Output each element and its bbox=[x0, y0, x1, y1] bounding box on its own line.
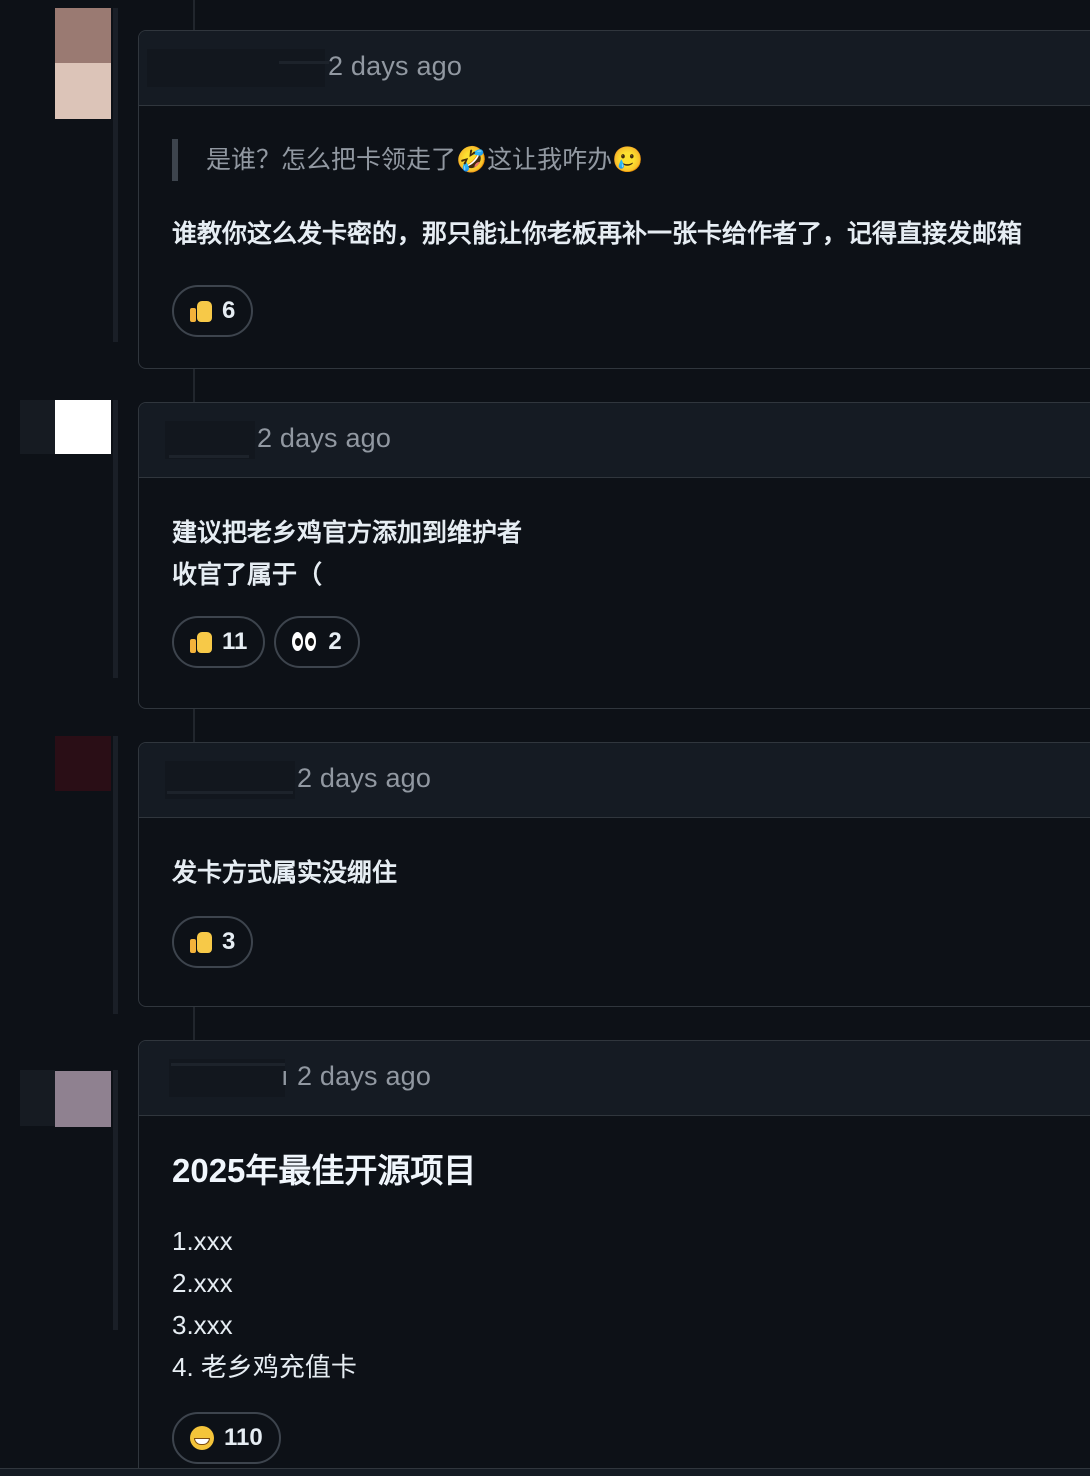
comment-body: 是谁？怎么把卡领走了🤣这让我咋办🥲 谁教你这么发卡密的，那只能让你老板再补一张卡… bbox=[139, 139, 1090, 337]
comment-body: 2025年最佳开源项目 1.xxx 2.xxx 3.xxx 4. 老乡鸡充值卡 … bbox=[139, 1116, 1090, 1464]
list-item: 4. 老乡鸡充值卡 bbox=[172, 1352, 357, 1382]
list-item: 2.xxx bbox=[172, 1268, 233, 1298]
comment-card: 2 days ago 建议把老乡鸡官方添加到维护者 收官了属于（ 11 2 bbox=[138, 402, 1090, 709]
timeline-rail bbox=[113, 1070, 118, 1330]
comment-timestamp[interactable]: 2 days ago bbox=[297, 763, 431, 794]
avatar-lower bbox=[55, 63, 111, 119]
avatar[interactable] bbox=[55, 1071, 111, 1127]
list-item: 3.xxx bbox=[172, 1310, 233, 1340]
avatar-shadow bbox=[20, 1070, 55, 1126]
grinning-face-icon bbox=[190, 1426, 214, 1450]
comment-text: 发卡方式属实没绷住 bbox=[172, 859, 398, 887]
reaction-thumbs-up[interactable]: 3 bbox=[172, 916, 254, 968]
reaction-thumbs-up[interactable]: 6 bbox=[172, 285, 254, 337]
comment-timestamp[interactable]: 2 days ago bbox=[328, 51, 462, 82]
comment-body: 建议把老乡鸡官方添加到维护者 收官了属于（ 11 2 bbox=[139, 478, 1090, 668]
author-underline bbox=[167, 791, 293, 794]
author-name-fragment: ı bbox=[281, 1061, 289, 1091]
bottom-edge bbox=[0, 1468, 1090, 1476]
comment-header: 2 days ago bbox=[139, 403, 1090, 478]
comment-card: ı 2 days ago 2025年最佳开源项目 1.xxx 2.xxx 3.x… bbox=[138, 1040, 1090, 1476]
reaction-grinning[interactable]: 110 bbox=[172, 1412, 281, 1464]
thumbs-up-icon bbox=[190, 930, 212, 954]
reaction-count: 11 bbox=[222, 628, 248, 655]
comment-card: 2 days ago 发卡方式属实没绷住 3 bbox=[138, 742, 1090, 1007]
timeline-rail bbox=[113, 736, 118, 1014]
thumbs-up-icon bbox=[190, 299, 212, 323]
comment-body: 发卡方式属实没绷住 3 bbox=[139, 818, 1090, 968]
comment-list: 1.xxx 2.xxx 3.xxx 4. 老乡鸡充值卡 bbox=[172, 1220, 1090, 1388]
comment-header: 2 days ago bbox=[139, 743, 1090, 818]
reaction-count: 110 bbox=[224, 1424, 263, 1451]
avatar[interactable] bbox=[55, 400, 111, 454]
avatar[interactable] bbox=[55, 8, 111, 63]
list-item: 1.xxx bbox=[172, 1226, 233, 1256]
author-underline bbox=[169, 455, 249, 458]
eyes-icon bbox=[292, 632, 318, 652]
thumbs-up-icon bbox=[190, 630, 212, 654]
avatar[interactable] bbox=[55, 736, 111, 791]
comment-text-line: 建议把老乡鸡官方添加到维护者 bbox=[172, 519, 523, 547]
comment-header: 2 days ago bbox=[139, 31, 1090, 106]
comment-timestamp[interactable]: 2 days ago bbox=[297, 1061, 431, 1092]
comment-header: ı 2 days ago bbox=[139, 1041, 1090, 1116]
comment-timestamp[interactable]: 2 days ago bbox=[257, 423, 391, 454]
timeline-rail bbox=[113, 400, 118, 678]
author-underline bbox=[279, 61, 329, 64]
author-name-redacted[interactable] bbox=[165, 421, 255, 459]
reactions-bar: 6 bbox=[172, 285, 1090, 337]
comment-heading: 2025年最佳开源项目 bbox=[172, 1152, 477, 1189]
reaction-eyes[interactable]: 2 bbox=[274, 616, 360, 668]
reactions-bar: 3 bbox=[172, 916, 1090, 968]
reaction-count: 3 bbox=[222, 928, 236, 955]
author-name-redacted[interactable] bbox=[147, 49, 325, 87]
blockquote: 是谁？怎么把卡领走了🤣这让我咋办🥲 bbox=[172, 139, 1090, 181]
author-underline bbox=[171, 1063, 285, 1066]
reactions-bar: 11 2 bbox=[172, 616, 1090, 668]
comment-text-line: 收官了属于（ bbox=[172, 561, 323, 589]
avatar-shadow bbox=[20, 400, 55, 454]
reaction-count: 6 bbox=[222, 297, 236, 324]
reaction-count: 2 bbox=[328, 628, 342, 655]
comment-text: 谁教你这么发卡密的，那只能让你老板再补一张卡给作者了，记得直接发邮箱 bbox=[172, 220, 1023, 248]
comment-card: 2 days ago 是谁？怎么把卡领走了🤣这让我咋办🥲 谁教你这么发卡密的，那… bbox=[138, 30, 1090, 369]
reactions-bar: 110 bbox=[172, 1412, 1090, 1464]
timeline-rail bbox=[113, 8, 118, 342]
reaction-thumbs-up[interactable]: 11 bbox=[172, 616, 266, 668]
